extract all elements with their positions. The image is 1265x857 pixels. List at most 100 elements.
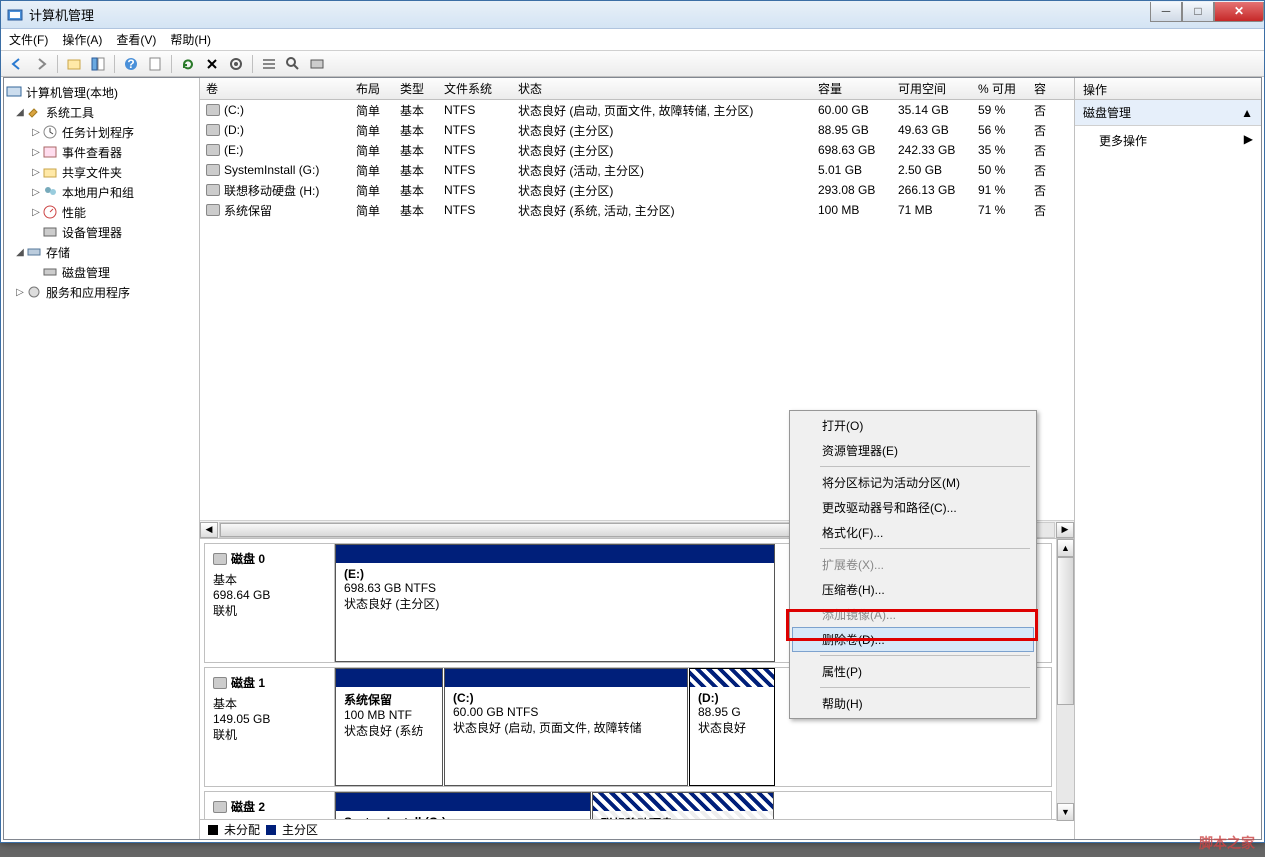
help-button[interactable]: ? <box>121 54 141 74</box>
tree-systools[interactable]: 系统工具 <box>46 104 94 121</box>
view-detail-button[interactable] <box>283 54 303 74</box>
menu-help[interactable]: 帮助(H) <box>170 31 211 48</box>
app-icon <box>7 7 23 23</box>
back-button[interactable] <box>7 54 27 74</box>
close-button[interactable]: ✕ <box>1214 2 1264 22</box>
ctx-change-letter[interactable]: 更改驱动器号和路径(C)... <box>792 495 1034 520</box>
disk-icon <box>213 677 227 689</box>
col-free[interactable]: 可用空间 <box>892 78 972 99</box>
col-layout[interactable]: 布局 <box>350 78 394 99</box>
ctx-open[interactable]: 打开(O) <box>792 413 1034 438</box>
tree-shares[interactable]: 共享文件夹 <box>62 164 122 181</box>
volume-row[interactable]: SystemInstall (G:)简单基本NTFS状态良好 (活动, 主分区)… <box>200 160 1074 180</box>
col-volume[interactable]: 卷 <box>200 78 350 99</box>
tree-storage[interactable]: 存储 <box>46 244 70 261</box>
view-graphical-button[interactable] <box>307 54 327 74</box>
tree-diskmgmt[interactable]: 磁盘管理 <box>62 264 110 281</box>
shares-icon <box>42 164 58 180</box>
disk-icon <box>213 801 227 813</box>
tree-perf[interactable]: 性能 <box>62 204 86 221</box>
volume-row[interactable]: 系统保留简单基本NTFS状态良好 (系统, 活动, 主分区)100 MB71 M… <box>200 200 1074 220</box>
context-menu[interactable]: 打开(O) 资源管理器(E) 将分区标记为活动分区(M) 更改驱动器号和路径(C… <box>789 410 1037 719</box>
scroll-down-button[interactable]: ▼ <box>1057 803 1074 821</box>
partition[interactable]: (D:)88.95 G状态良好 <box>689 668 775 786</box>
col-type[interactable]: 类型 <box>394 78 438 99</box>
col-capacity[interactable]: 容量 <box>812 78 892 99</box>
settings-button[interactable] <box>226 54 246 74</box>
volume-icon <box>206 164 220 176</box>
col-percent[interactable]: % 可用 <box>972 78 1028 99</box>
volume-row[interactable]: (C:)简单基本NTFS状态良好 (启动, 页面文件, 故障转储, 主分区)60… <box>200 100 1074 120</box>
eventviewer-icon <box>42 144 58 160</box>
ctx-properties[interactable]: 属性(P) <box>792 659 1034 684</box>
volume-row[interactable]: (E:)简单基本NTFS状态良好 (主分区)698.63 GB242.33 GB… <box>200 140 1074 160</box>
scheduler-icon <box>42 124 58 140</box>
col-filesystem[interactable]: 文件系统 <box>438 78 512 99</box>
tools-icon <box>26 104 42 120</box>
maximize-button[interactable]: □ <box>1182 2 1214 22</box>
legend: 未分配 主分区 <box>200 819 1056 839</box>
properties-button[interactable] <box>145 54 165 74</box>
scroll-up-button[interactable]: ▲ <box>1057 539 1074 557</box>
diskmgmt-icon <box>42 264 58 280</box>
legend-unallocated: 未分配 <box>224 821 260 838</box>
window-title: 计算机管理 <box>29 5 1150 24</box>
tree-svcapps[interactable]: 服务和应用程序 <box>46 284 130 301</box>
scroll-left-button[interactable]: ◀ <box>200 522 218 538</box>
computer-management-window: 计算机管理 ─ □ ✕ 文件(F) 操作(A) 查看(V) 帮助(H) ? 计算 <box>0 0 1265 843</box>
performance-icon <box>42 204 58 220</box>
col-status[interactable]: 状态 <box>512 78 812 99</box>
volume-row[interactable]: 联想移动硬盘 (H:)简单基本NTFS状态良好 (主分区)293.08 GB26… <box>200 180 1074 200</box>
volume-icon <box>206 104 220 116</box>
partition[interactable]: 系统保留100 MB NTF状态良好 (系纺 <box>335 668 443 786</box>
tree-root[interactable]: 计算机管理(本地) <box>26 84 118 101</box>
users-icon <box>42 184 58 200</box>
actions-header: 操作 <box>1075 78 1261 100</box>
ctx-delete-volume[interactable]: 删除卷(D)... <box>792 627 1034 652</box>
menubar: 文件(F) 操作(A) 查看(V) 帮助(H) <box>1 29 1264 51</box>
titlebar[interactable]: 计算机管理 ─ □ ✕ <box>1 1 1264 29</box>
partition[interactable]: (C:)60.00 GB NTFS状态良好 (启动, 页面文件, 故障转储 <box>444 668 688 786</box>
refresh-button[interactable] <box>178 54 198 74</box>
delete-button[interactable] <box>202 54 222 74</box>
tree-sched[interactable]: 任务计划程序 <box>62 124 134 141</box>
view-list-button[interactable] <box>259 54 279 74</box>
menu-action[interactable]: 操作(A) <box>62 31 102 48</box>
volume-icon <box>206 184 220 196</box>
col-overhead[interactable]: 容 <box>1028 78 1052 99</box>
navigation-tree[interactable]: 计算机管理(本地) ◢系统工具 ▷任务计划程序 ▷事件查看器 ▷共享文件夹 ▷本… <box>4 78 200 839</box>
ctx-extend: 扩展卷(X)... <box>792 552 1034 577</box>
services-icon <box>26 284 42 300</box>
tree-devmgr[interactable]: 设备管理器 <box>62 224 122 241</box>
scroll-right-button[interactable]: ▶ <box>1056 522 1074 538</box>
watermark: 脚本之家 <box>1199 833 1255 853</box>
volume-list[interactable]: (C:)简单基本NTFS状态良好 (启动, 页面文件, 故障转储, 主分区)60… <box>200 100 1074 220</box>
forward-button[interactable] <box>31 54 51 74</box>
volume-icon <box>206 204 220 216</box>
disk-vscrollbar[interactable]: ▲ ▼ <box>1056 539 1074 821</box>
collapse-icon[interactable]: ▲ <box>1241 106 1253 120</box>
computer-icon <box>6 84 22 100</box>
ctx-mark-active[interactable]: 将分区标记为活动分区(M) <box>792 470 1034 495</box>
volume-list-header[interactable]: 卷 布局 类型 文件系统 状态 容量 可用空间 % 可用 容 <box>200 78 1074 100</box>
ctx-explorer[interactable]: 资源管理器(E) <box>792 438 1034 463</box>
menu-view[interactable]: 查看(V) <box>116 31 156 48</box>
actions-more[interactable]: 更多操作 ▶ <box>1075 126 1261 155</box>
volume-row[interactable]: (D:)简单基本NTFS状态良好 (主分区)88.95 GB49.63 GB56… <box>200 120 1074 140</box>
up-button[interactable] <box>64 54 84 74</box>
actions-pane: 操作 磁盘管理 ▲ 更多操作 ▶ <box>1075 78 1261 839</box>
volume-icon <box>206 144 220 156</box>
tree-eventv[interactable]: 事件查看器 <box>62 144 122 161</box>
actions-section[interactable]: 磁盘管理 ▲ <box>1075 100 1261 126</box>
tree-users[interactable]: 本地用户和组 <box>62 184 134 201</box>
ctx-help[interactable]: 帮助(H) <box>792 691 1034 716</box>
ctx-shrink[interactable]: 压缩卷(H)... <box>792 577 1034 602</box>
disk-icon <box>213 553 227 565</box>
menu-file[interactable]: 文件(F) <box>9 31 48 48</box>
ctx-format[interactable]: 格式化(F)... <box>792 520 1034 545</box>
storage-icon <box>26 244 42 260</box>
minimize-button[interactable]: ─ <box>1150 2 1182 22</box>
partition[interactable]: (E:)698.63 GB NTFS状态良好 (主分区) <box>335 544 775 662</box>
svg-text:?: ? <box>127 57 134 71</box>
show-hide-button[interactable] <box>88 54 108 74</box>
